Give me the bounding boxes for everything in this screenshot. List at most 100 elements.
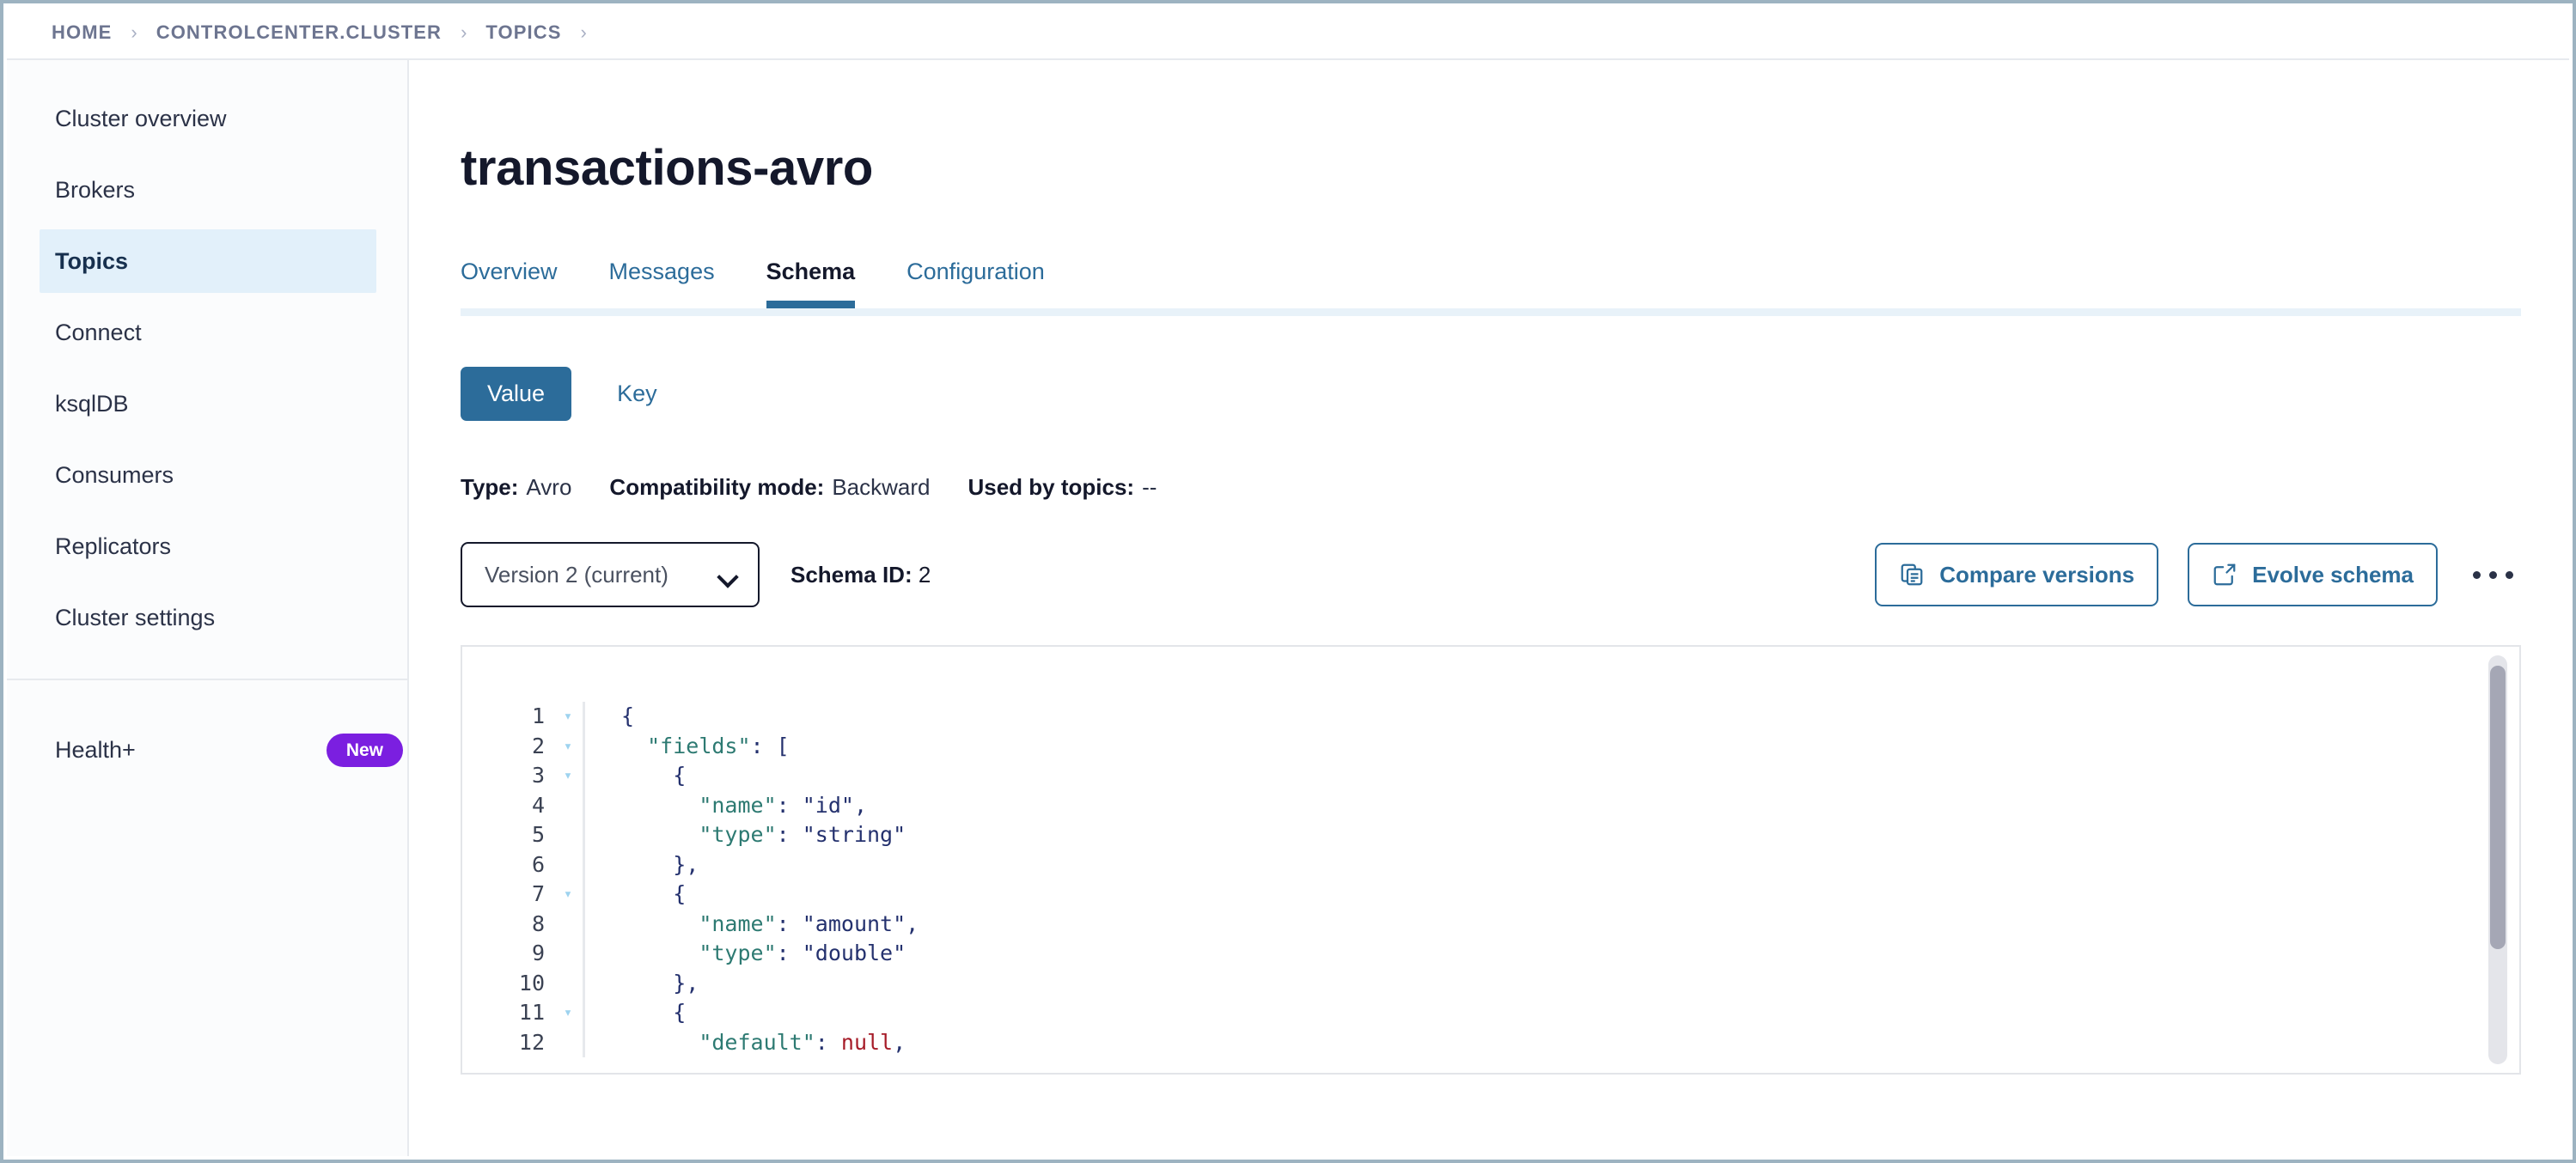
- fold-arrow-icon[interactable]: ▾: [553, 880, 583, 910]
- more-options-icon[interactable]: [2465, 566, 2521, 584]
- tab-messages[interactable]: Messages: [609, 259, 715, 307]
- token-str: "string": [803, 822, 906, 847]
- code-text: {: [585, 998, 686, 1028]
- schema-id: Schema ID: 2: [791, 562, 931, 588]
- breadcrumb-item-home[interactable]: HOME: [52, 21, 112, 44]
- token-punc: ,: [906, 911, 919, 936]
- breadcrumb: HOME › CONTROLCENTER.CLUSTER › TOPICS ›: [7, 7, 2569, 60]
- fold-arrow-icon[interactable]: ▾: [553, 761, 583, 791]
- line-number: 4: [462, 791, 553, 821]
- code-text: "type": "double": [585, 939, 906, 969]
- fold-arrow-icon[interactable]: ▾: [553, 732, 583, 762]
- token-key: "name": [699, 911, 776, 936]
- token-str: "amount": [803, 911, 906, 936]
- token-null: null: [841, 1030, 893, 1055]
- token-punc: },: [673, 852, 699, 877]
- fold-arrow-icon[interactable]: ▾: [553, 702, 583, 732]
- sidebar-item-label: Cluster settings: [55, 605, 215, 631]
- line-number: 9: [462, 939, 553, 969]
- code-text: {: [585, 702, 634, 732]
- token-str: "double": [803, 941, 906, 965]
- sidebar-item-label: Replicators: [55, 533, 171, 560]
- token-punc: :: [815, 1030, 841, 1055]
- breadcrumb-item-topics[interactable]: TOPICS: [485, 21, 561, 44]
- sidebar-item-label: Consumers: [55, 462, 174, 489]
- dot: [2473, 571, 2481, 579]
- token-key: "type": [699, 941, 776, 965]
- code-text: "name": "id",: [585, 791, 867, 821]
- line-number: 10: [462, 969, 553, 999]
- app-window: HOME › CONTROLCENTER.CLUSTER › TOPICS › …: [0, 0, 2576, 1163]
- sidebar-item-label: Connect: [55, 320, 142, 346]
- schema-id-label: Schema ID:: [791, 562, 913, 588]
- line-number: 8: [462, 910, 553, 940]
- version-select-value: Version 2 (current): [485, 562, 668, 588]
- chevron-right-icon: ›: [461, 23, 467, 42]
- version-select[interactable]: Version 2 (current): [461, 542, 760, 607]
- line-number: 11: [462, 998, 553, 1028]
- value-schema-button[interactable]: Value: [461, 367, 571, 421]
- key-schema-button[interactable]: Key: [590, 367, 684, 421]
- sidebar-item-ksqldb[interactable]: ksqlDB: [40, 372, 376, 435]
- sidebar-item-consumers[interactable]: Consumers: [40, 443, 376, 507]
- tab-configuration[interactable]: Configuration: [906, 259, 1045, 307]
- code-text: "type": "string": [585, 820, 906, 850]
- sidebar-item-brokers[interactable]: Brokers: [40, 158, 376, 222]
- line-number: 3: [462, 761, 553, 791]
- line-number: 5: [462, 820, 553, 850]
- dot: [2489, 571, 2497, 579]
- tab-underline: [461, 308, 2521, 316]
- editor-scrollbar[interactable]: [2488, 655, 2507, 1064]
- token-punc: ,: [854, 793, 867, 818]
- code-text: "default": null,: [585, 1028, 906, 1058]
- code-line: 7▾ {: [462, 880, 2519, 910]
- chevron-right-icon: ›: [131, 23, 137, 42]
- token-punc: : [: [751, 734, 790, 758]
- code-line: 12 "default": null,: [462, 1028, 2519, 1058]
- token-punc: :: [777, 822, 803, 847]
- tab-overview[interactable]: Overview: [461, 259, 558, 307]
- sidebar-item-cluster-overview[interactable]: Cluster overview: [40, 87, 376, 150]
- line-number: 6: [462, 850, 553, 880]
- compare-versions-button[interactable]: Compare versions: [1875, 543, 2158, 606]
- code-line: 8 "name": "amount",: [462, 910, 2519, 940]
- page-title: transactions-avro: [461, 60, 2521, 197]
- code-text: "fields": [: [585, 732, 790, 762]
- token-punc: :: [777, 911, 803, 936]
- token-punc: :: [777, 941, 803, 965]
- code-text: {: [585, 761, 686, 791]
- meta-compatibility-label: Compatibility mode:: [609, 474, 824, 500]
- sidebar-item-topics[interactable]: Topics: [40, 229, 376, 293]
- line-number: 7: [462, 880, 553, 910]
- code-line: 3▾ {: [462, 761, 2519, 791]
- code-text: {: [585, 880, 686, 910]
- token-punc: {: [621, 703, 634, 728]
- editor-scrollbar-thumb[interactable]: [2490, 666, 2506, 949]
- meta-type: Type: Avro: [461, 474, 571, 501]
- sidebar-item-cluster-settings[interactable]: Cluster settings: [40, 586, 376, 649]
- sidebar-item-connect[interactable]: Connect: [40, 301, 376, 364]
- copy-documents-icon: [1899, 562, 1925, 588]
- new-badge: New: [327, 734, 403, 767]
- token-key: "fields": [647, 734, 750, 758]
- token-punc: {: [673, 881, 686, 906]
- sidebar-item-label: Topics: [55, 248, 128, 275]
- tab-schema[interactable]: Schema: [766, 259, 856, 307]
- sidebar-item-label: ksqlDB: [55, 391, 129, 417]
- evolve-schema-button[interactable]: Evolve schema: [2188, 543, 2438, 606]
- fold-arrow-icon[interactable]: ▾: [553, 998, 583, 1028]
- tab-label: Configuration: [906, 259, 1045, 284]
- schema-metadata: Type:Avro Compatibility mode:Backward Us…: [461, 474, 2521, 501]
- schema-id-value: 2: [919, 562, 931, 588]
- sidebar-item-label: Health+: [55, 737, 136, 764]
- sidebar-item-replicators[interactable]: Replicators: [40, 515, 376, 578]
- schema-code-editor[interactable]: 1▾{2▾ "fields": [3▾ {4 "name": "id",5 "t…: [461, 645, 2521, 1075]
- meta-type-label: Type:: [461, 474, 518, 500]
- button-label: Evolve schema: [2252, 562, 2414, 588]
- tab-label: Schema: [766, 259, 856, 284]
- line-number: 1: [462, 702, 553, 732]
- breadcrumb-item-cluster[interactable]: CONTROLCENTER.CLUSTER: [156, 21, 442, 44]
- meta-type-value: Avro: [526, 474, 571, 500]
- sidebar-item-health-plus[interactable]: Health+ New: [55, 718, 376, 782]
- token-punc: },: [673, 971, 699, 996]
